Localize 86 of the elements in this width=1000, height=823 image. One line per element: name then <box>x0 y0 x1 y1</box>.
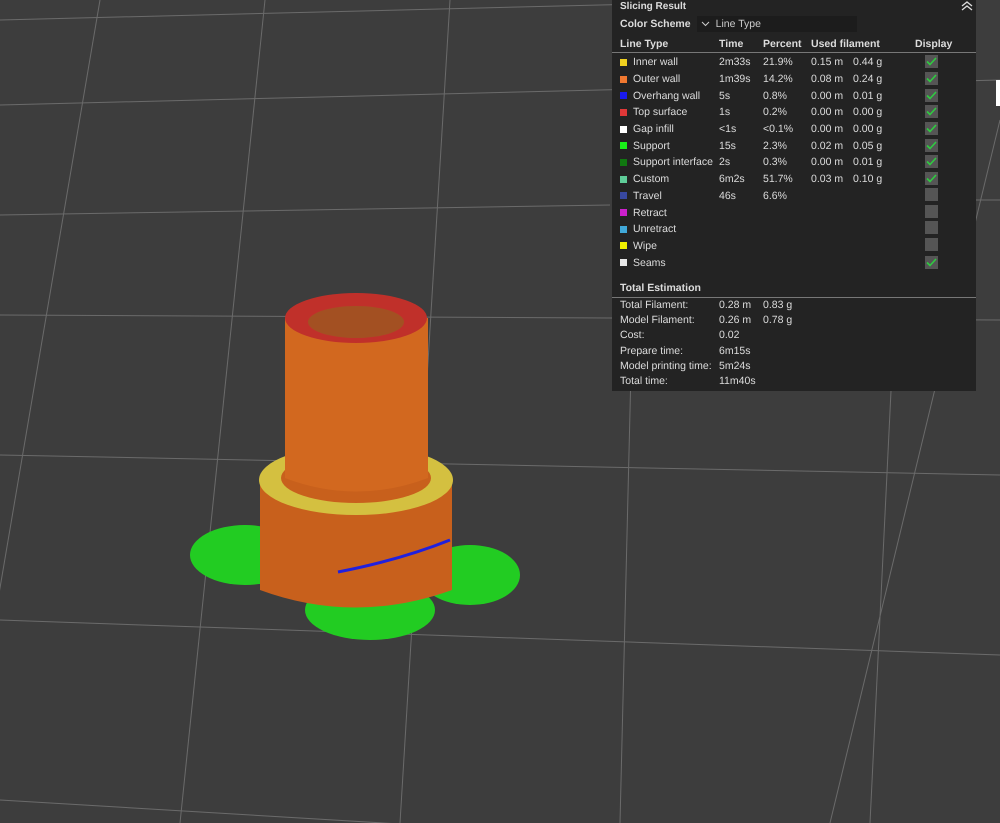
line-type-name: Retract <box>633 206 667 219</box>
panel-edge <box>996 80 1000 106</box>
display-checkbox[interactable] <box>925 172 938 186</box>
time-value: 5s <box>719 90 730 102</box>
time-value: 46s <box>719 190 736 202</box>
percent-value: 0.2% <box>763 106 787 118</box>
percent-value: 0.8% <box>763 90 787 102</box>
length-value: 0.00 m <box>811 123 844 136</box>
color-scheme-label: Color Scheme <box>620 18 691 30</box>
estimate-label: Total Filament: <box>620 298 690 313</box>
length-value: 0.00 m <box>811 156 844 168</box>
column-header: Percent <box>763 38 803 50</box>
time-value: 6m2s <box>719 173 745 186</box>
length-value: 0.02 m <box>811 140 844 152</box>
line-type-name: Gap infill <box>633 123 674 136</box>
estimate-value: 0.02 <box>719 329 740 342</box>
line-type-name: Overhang wall <box>633 90 700 102</box>
length-value: 0.00 m <box>811 90 844 102</box>
estimate-value: 5m24s <box>719 360 751 372</box>
column-header: Time <box>719 38 744 50</box>
line-type-name: Wipe <box>633 240 657 252</box>
weight-value: 0.01 g <box>853 90 882 102</box>
line-type-name: Travel <box>633 190 662 202</box>
line-type-name: Unretract <box>633 223 676 236</box>
length-value: 0.15 m <box>811 56 844 68</box>
display-checkbox[interactable] <box>925 105 938 118</box>
display-checkbox[interactable] <box>925 88 938 102</box>
display-checkbox[interactable] <box>925 155 938 168</box>
section-title: Total Estimation <box>612 276 976 298</box>
estimate-value: 0.78 g <box>763 313 792 328</box>
weight-value: 0.00 g <box>853 106 882 118</box>
column-header: Used filament <box>811 38 881 50</box>
percent-value: 14.2% <box>763 73 793 86</box>
estimate-value: 0.28 m <box>719 298 752 311</box>
time-value: 1m39s <box>719 73 751 86</box>
panel-title: Slicing Result <box>620 1 686 13</box>
estimate-value: 11m40s <box>719 374 756 387</box>
line-type-name: Custom <box>633 173 670 186</box>
line-type-name: Outer wall <box>633 73 680 86</box>
line-type-name: Seams <box>633 256 666 269</box>
line-type-name: Inner wall <box>633 56 678 68</box>
line-type-name: Top surface <box>633 106 688 118</box>
column-header: Line Type <box>620 38 670 50</box>
time-value: <1s <box>719 123 736 136</box>
estimate-value: 6m15s <box>719 344 751 356</box>
column-header: Display <box>915 38 954 50</box>
estimate-label: Model printing time: <box>620 358 713 374</box>
weight-value: 0.44 g <box>853 56 882 68</box>
display-checkbox[interactable] <box>925 204 938 218</box>
display-checkbox[interactable] <box>925 188 938 201</box>
display-checkbox[interactable] <box>925 72 938 86</box>
weight-value: 0.05 g <box>853 140 882 152</box>
percent-value: 21.9% <box>763 56 793 68</box>
percent-value: 2.3% <box>763 140 787 152</box>
estimate-label: Model Filament: <box>620 313 696 328</box>
percent-value: 51.7% <box>763 173 793 186</box>
length-value: 0.03 m <box>811 173 844 186</box>
percent-value: <0.1% <box>763 123 794 136</box>
display-checkbox[interactable] <box>925 256 938 269</box>
display-checkbox[interactable] <box>925 138 938 152</box>
color-scheme-dropdown[interactable]: Line Type <box>696 16 857 32</box>
time-value: 2s <box>719 156 730 168</box>
display-checkbox[interactable] <box>925 55 938 68</box>
percent-value: 0.3% <box>763 156 787 168</box>
caret-icon <box>700 21 710 27</box>
estimate-label: Prepare time: <box>620 344 684 358</box>
time-value: 2m33s <box>719 56 751 68</box>
display-checkbox[interactable] <box>925 122 938 136</box>
weight-value: 0.01 g <box>853 156 882 168</box>
estimate-value: 0.83 g <box>763 298 792 313</box>
time-value: 1s <box>719 106 730 118</box>
length-value: 0.08 m <box>811 73 844 86</box>
estimate-label: Total time: <box>620 374 669 389</box>
weight-value: 0.00 g <box>853 123 882 136</box>
length-value: 0.00 m <box>811 106 844 118</box>
display-checkbox[interactable] <box>925 238 938 251</box>
weight-value: 0.10 g <box>853 173 882 186</box>
estimate-value: 0.26 m <box>719 314 752 326</box>
percent-value: 6.6% <box>763 190 787 202</box>
collapse-icon[interactable] <box>961 1 973 11</box>
line-type-name: Support <box>633 140 670 152</box>
display-checkbox[interactable] <box>925 221 938 234</box>
weight-value: 0.24 g <box>853 73 882 86</box>
line-type-name: Support interface <box>633 156 713 168</box>
time-value: 15s <box>719 140 736 152</box>
estimate-label: Cost: <box>620 328 646 344</box>
